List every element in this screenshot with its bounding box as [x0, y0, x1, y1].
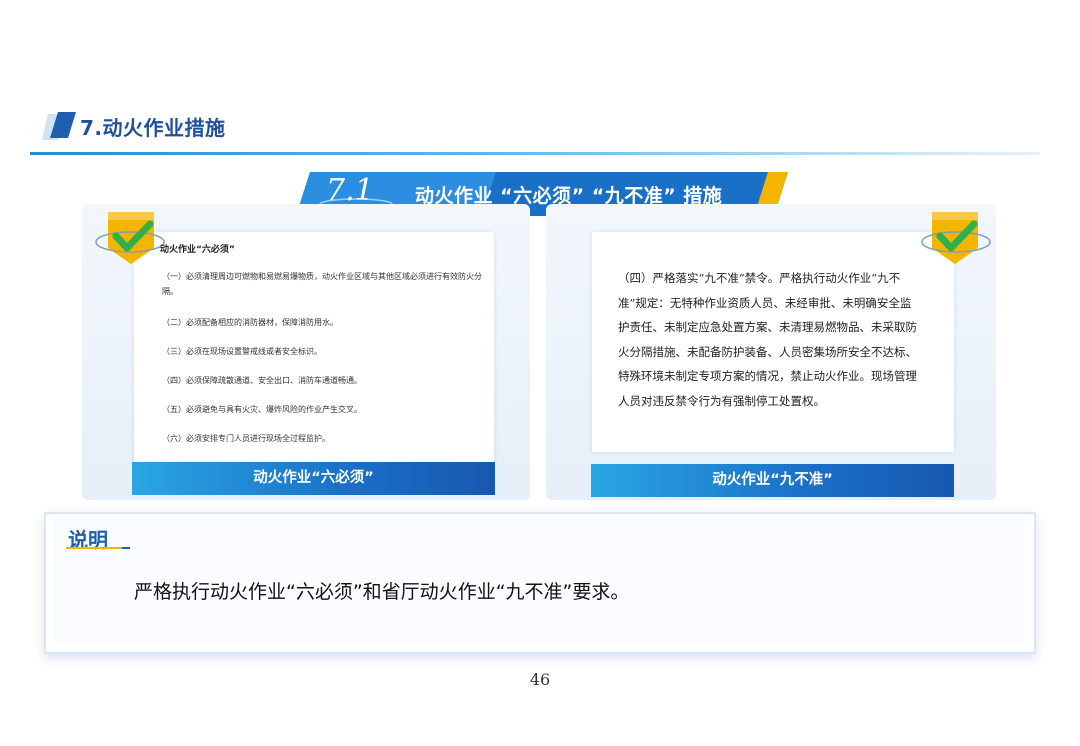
- note-text: 严格执行动火作业“六必须”和省厅动火作业“九不准”要求。: [134, 581, 630, 603]
- check-badge-icon: [921, 212, 991, 264]
- left-caption: 动火作业“六必须”: [132, 462, 495, 495]
- section-divider: [30, 152, 1040, 155]
- check-badge-icon: [95, 212, 165, 264]
- note-underline: [66, 547, 130, 549]
- list-item: （五）必须避免与具有火灾、爆炸风险的作业产生交叉。: [162, 405, 362, 414]
- list-item: （四）必须保障疏散通道、安全出口、消防车通道畅通。: [162, 376, 362, 385]
- list-item: （二）必须配备相应的消防器材，保障消防用水。: [162, 318, 338, 327]
- banner-number: 7.1: [326, 173, 374, 208]
- page-number: 46: [529, 670, 551, 689]
- section-title: 7.动火作业措施: [80, 116, 226, 140]
- right-caption: 动火作业“九不准”: [591, 464, 954, 497]
- right-paragraph: （四）严格落实“九不准”禁令。严格执行动火作业“九不准”规定：无特种作业资质人员…: [618, 271, 917, 408]
- section-tab-icon: [42, 112, 76, 140]
- left-heading: 动火作业“六必须”: [160, 245, 235, 255]
- list-item: （一）必须清理周边可燃物和易燃易爆物质，动火作业区域与其他区域必须进行有效防火分…: [162, 272, 482, 296]
- list-item: （三）必须在现场设置警戒线或者安全标识。: [162, 347, 322, 356]
- list-item: （六）必须安排专门人员进行现场全过程监护。: [162, 434, 330, 443]
